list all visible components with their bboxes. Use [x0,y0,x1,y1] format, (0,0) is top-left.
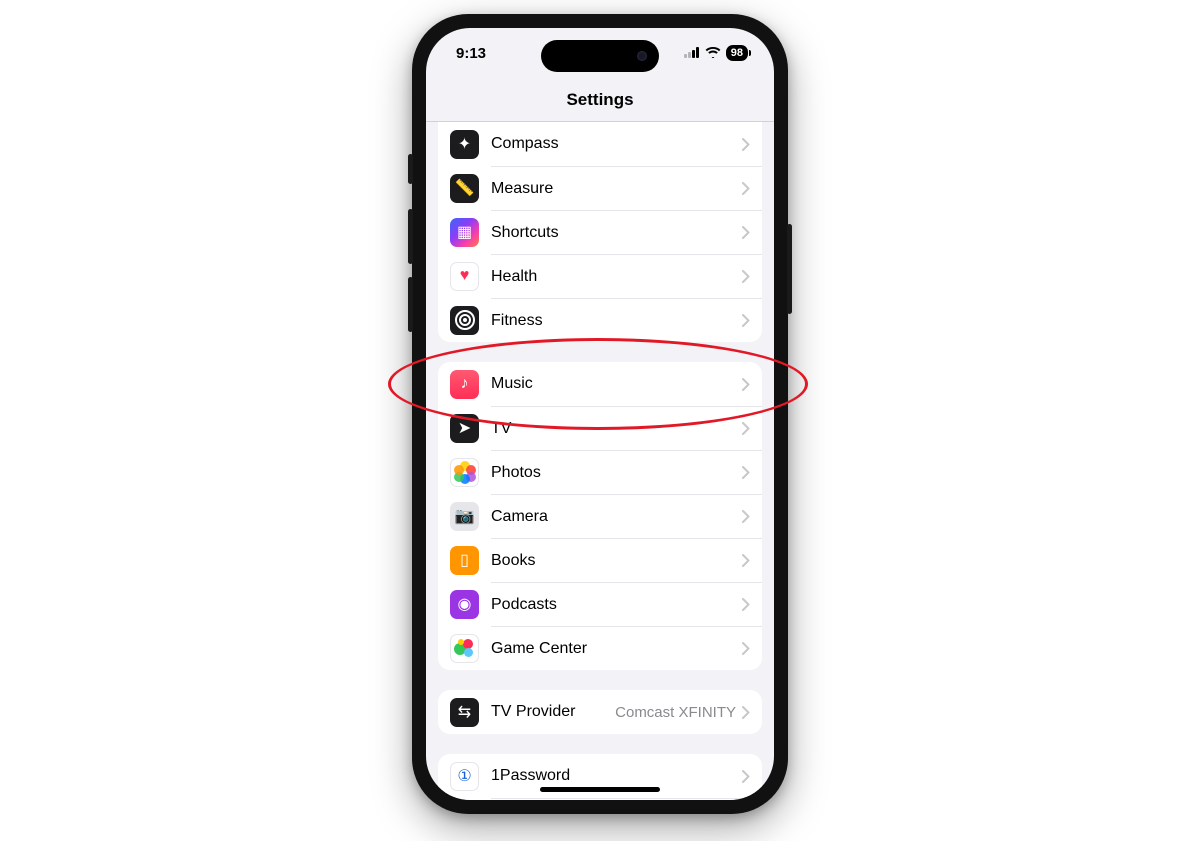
chevron-right-icon [742,510,750,523]
row-content: Podcasts [491,582,762,626]
chevron-right-icon [742,598,750,611]
row-label: Fitness [491,312,742,330]
row-content: Measure [491,166,762,210]
chevron-right-icon [742,270,750,283]
chevron-right-icon [742,226,750,239]
silence-switch [408,154,413,184]
shortcuts-icon: ▦ [450,218,479,247]
settings-group-tv-provider: ⇆ TV ProviderComcast XFINITY [438,690,762,734]
fitness-icon [450,306,479,335]
settings-row-books[interactable]: ▯ Books [438,538,762,582]
row-content: Health [491,254,762,298]
nav-title: Settings [566,90,633,110]
row-label: Photos [491,464,742,482]
gamecenter-icon [450,634,479,663]
settings-group-media: ♪ Music ➤ TV Photos 📷 Camera ▯ Books ◉ Podcasts Gam… [438,362,762,670]
chevron-right-icon [742,138,750,151]
chevron-right-icon [742,422,750,435]
settings-group-third-party: ① 1Password 〰3DMark Wild Life Extreme [438,754,762,800]
row-content: TV [491,406,762,450]
row-label: Music [491,375,742,393]
row-content: Camera [491,494,762,538]
row-label: Podcasts [491,596,742,614]
settings-row-tvprovider[interactable]: ⇆ TV ProviderComcast XFINITY [438,690,762,734]
settings-row-camera[interactable]: 📷 Camera [438,494,762,538]
1password-icon: ① [450,762,479,791]
settings-scroll[interactable]: ✦ Compass 📏 Measure ▦ Shortcuts ♥ Health Fitness… [426,122,774,800]
chevron-right-icon [742,378,750,391]
row-content: Fitness [491,298,762,342]
chevron-right-icon [742,314,750,327]
nav-bar: Settings [426,78,774,122]
home-indicator[interactable] [540,787,660,792]
row-content: TV ProviderComcast XFINITY [491,690,762,734]
measure-icon: 📏 [450,174,479,203]
chevron-right-icon [742,466,750,479]
front-camera [637,51,647,61]
side-button [787,224,792,314]
row-label: Shortcuts [491,224,742,242]
settings-group-apps-utilities: ✦ Compass 📏 Measure ▦ Shortcuts ♥ Health Fitness [438,122,762,342]
chevron-right-icon [742,642,750,655]
chevron-right-icon [742,554,750,567]
cellular-icon [684,45,700,62]
screen: 9:13 98 Settings ✦ Compass 📏 Measure ▦ Shortc… [426,28,774,800]
row-content: Game Center [491,626,762,670]
settings-row-gamecenter[interactable]: Game Center [438,626,762,670]
compass-icon: ✦ [450,130,479,159]
row-label: Measure [491,180,742,198]
music-icon: ♪ [450,370,479,399]
row-content: Compass [491,122,762,166]
settings-row-3dmark[interactable]: 〰3DMark Wild Life Extreme [438,798,762,800]
row-content: 3DMark Wild Life Extreme [491,798,762,800]
row-label: Books [491,552,742,570]
settings-row-tv[interactable]: ➤ TV [438,406,762,450]
chevron-right-icon [742,706,750,719]
settings-row-music[interactable]: ♪ Music [438,362,762,406]
phone-frame: 9:13 98 Settings ✦ Compass 📏 Measure ▦ Shortc… [412,14,788,814]
row-label: 1Password [491,767,742,785]
settings-row-health[interactable]: ♥ Health [438,254,762,298]
podcasts-icon: ◉ [450,590,479,619]
row-label: Compass [491,135,742,153]
books-icon: ▯ [450,546,479,575]
settings-row-shortcuts[interactable]: ▦ Shortcuts [438,210,762,254]
row-content: Shortcuts [491,210,762,254]
row-detail: Comcast XFINITY [615,704,736,721]
dynamic-island [541,40,659,72]
volume-down-button [408,277,413,332]
wifi-icon [705,45,721,62]
settings-row-podcasts[interactable]: ◉ Podcasts [438,582,762,626]
tv-icon: ➤ [450,414,479,443]
camera-icon: 📷 [450,502,479,531]
photos-icon [450,458,479,487]
row-content: Music [491,362,762,406]
chevron-right-icon [742,182,750,195]
settings-row-photos[interactable]: Photos [438,450,762,494]
row-label: Health [491,268,742,286]
row-content: Books [491,538,762,582]
status-right: 98 [684,45,748,62]
row-content: Photos [491,450,762,494]
tvprovider-icon: ⇆ [450,698,479,727]
row-label: TV [491,420,742,438]
chevron-right-icon [742,770,750,783]
settings-row-compass[interactable]: ✦ Compass [438,122,762,166]
volume-up-button [408,209,413,264]
health-icon: ♥ [450,262,479,291]
battery-pill: 98 [726,45,748,61]
row-label: TV Provider [491,703,615,721]
row-label: Camera [491,508,742,526]
row-label: Game Center [491,640,742,658]
settings-row-fitness[interactable]: Fitness [438,298,762,342]
status-time: 9:13 [456,45,486,62]
settings-row-measure[interactable]: 📏 Measure [438,166,762,210]
